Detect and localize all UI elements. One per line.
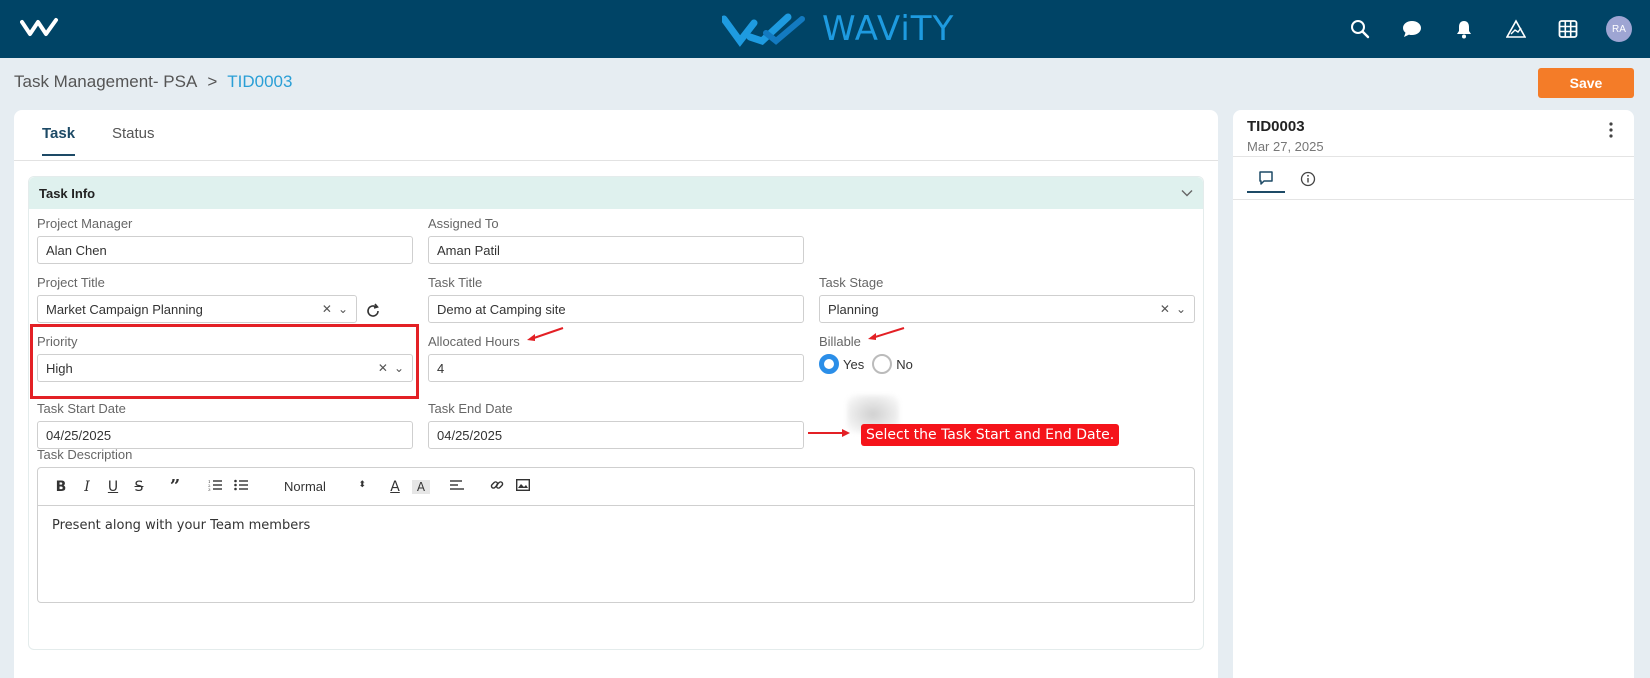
grid-apps-icon[interactable] [1556,17,1580,41]
brand-mark-icon [722,13,805,47]
billable-radio-group: Yes No [819,354,1019,374]
link-icon[interactable] [488,478,506,496]
side-panel-tabs [1233,156,1634,200]
chevron-down-icon[interactable] [1181,189,1193,197]
background-color-icon[interactable]: A [412,479,430,494]
task-info-section: Task Info Project Manager Alan Chen Assi… [28,176,1204,650]
project-manager-input[interactable]: Alan Chen [37,236,413,264]
task-title-input[interactable]: Demo at Camping site [428,295,804,323]
side-panel-title: TID0003 [1247,118,1305,135]
assigned-to-label: Assigned To [428,216,499,231]
chevron-down-icon[interactable]: ⌄ [1176,302,1186,316]
clear-icon[interactable]: ✕ [1160,302,1170,316]
arrow-allocated-hours-icon [527,327,564,341]
underline-button[interactable]: U [104,479,122,495]
app-menu-logo-icon[interactable] [20,14,60,42]
breadcrumb: Task Management- PSA > TID0003 [14,72,292,92]
start-date-label: Task Start Date [37,401,126,416]
priority-highlight-box [30,324,419,399]
arrow-billable-icon [868,327,905,340]
clear-icon[interactable]: ✕ [322,302,332,316]
billable-field: Billable Yes No [819,334,1019,374]
comment-icon [1259,171,1273,185]
end-date-label: Task End Date [428,401,513,416]
image-icon[interactable] [514,478,532,495]
bell-icon[interactable] [1452,17,1476,41]
assigned-to-input[interactable]: Aman Patil [428,236,804,264]
ordered-list-icon[interactable]: 123 [206,479,224,495]
task-stage-select[interactable]: Planning ✕ ⌄ [819,295,1195,323]
user-avatar[interactable]: RA [1606,16,1632,42]
svg-text:3: 3 [208,487,211,491]
kebab-menu-icon[interactable] [1608,122,1614,138]
end-date-field: Task End Date 04/25/2025 [428,401,804,449]
breadcrumb-separator: > [207,72,218,91]
task-stage-label: Task Stage [819,275,884,290]
brand-name: WAViTY [822,9,955,49]
details-side-panel: TID0003 Mar 27, 2025 [1233,110,1634,678]
refresh-control [359,297,383,324]
info-icon [1300,171,1316,187]
chat-icon[interactable] [1400,17,1424,41]
blockquote-icon[interactable]: ” [166,476,184,497]
updown-icon: ⬍ [358,479,366,489]
breadcrumb-current: TID0003 [227,72,293,91]
form-tabs: Task Status [14,110,1218,161]
start-date-field: Task Start Date 04/25/2025 [37,401,413,449]
assigned-to-field: Assigned To Aman Patil [428,216,804,264]
allocated-hours-input[interactable]: 4 [428,354,804,382]
italic-button[interactable]: I [78,479,96,495]
description-editor: B I U S ” 123 Normal ⬍ A A Present along… [37,467,1195,603]
chevron-down-icon[interactable]: ⌄ [338,302,348,316]
font-color-icon[interactable]: A [386,479,404,495]
header-actions: RA [1320,0,1632,58]
allocated-hours-label: Allocated Hours [428,334,520,349]
start-date-input[interactable]: 04/25/2025 [37,421,413,449]
project-manager-label: Project Manager [37,216,133,231]
tab-task[interactable]: Task [42,125,76,156]
tab-info[interactable] [1289,165,1327,193]
task-title-field: Task Title Demo at Camping site [428,275,804,323]
arrow-dates-icon [808,429,850,437]
analytics-triangle-icon[interactable] [1504,17,1528,41]
breadcrumb-parent[interactable]: Task Management- PSA [14,72,197,92]
brand-logo: WAViTY [722,8,954,50]
billable-yes-radio[interactable]: Yes [819,354,864,374]
save-button[interactable]: Save [1538,68,1634,98]
task-stage-field: Task Stage Planning ✕ ⌄ [819,275,1195,323]
refresh-icon[interactable] [365,303,381,319]
search-icon[interactable] [1348,17,1372,41]
task-title-label: Task Title [428,275,483,290]
billable-no-radio[interactable]: No [872,354,913,374]
project-title-field: Project Title Market Campaign Planning ✕… [37,275,357,323]
text-format-select[interactable]: Normal ⬍ [284,479,366,494]
tab-status[interactable]: Status [112,125,155,142]
top-bar: WAViTY RA [0,0,1650,58]
project-manager-field: Project Manager Alan Chen [37,216,413,264]
project-title-label: Project Title [37,275,105,290]
allocated-hours-field: Allocated Hours 4 [428,334,804,382]
end-date-input[interactable]: 04/25/2025 [428,421,804,449]
side-panel-date: Mar 27, 2025 [1247,139,1324,154]
strikethrough-button[interactable]: S [130,479,148,495]
section-title: Task Info [39,185,96,201]
instruction-callout: Select the Task Start and End Date. [861,424,1120,446]
project-title-select[interactable]: Market Campaign Planning ✕ ⌄ [37,295,357,323]
align-icon[interactable] [448,479,466,495]
description-text[interactable]: Present along with your Team members [38,506,1194,545]
billable-label: Billable [819,334,861,349]
bold-button[interactable]: B [52,479,70,495]
tab-comments[interactable] [1247,165,1285,193]
task-info-header[interactable]: Task Info [29,177,1203,209]
editor-toolbar: B I U S ” 123 Normal ⬍ A A [38,468,1194,506]
bullet-list-icon[interactable] [232,479,250,495]
description-label: Task Description [37,447,133,462]
